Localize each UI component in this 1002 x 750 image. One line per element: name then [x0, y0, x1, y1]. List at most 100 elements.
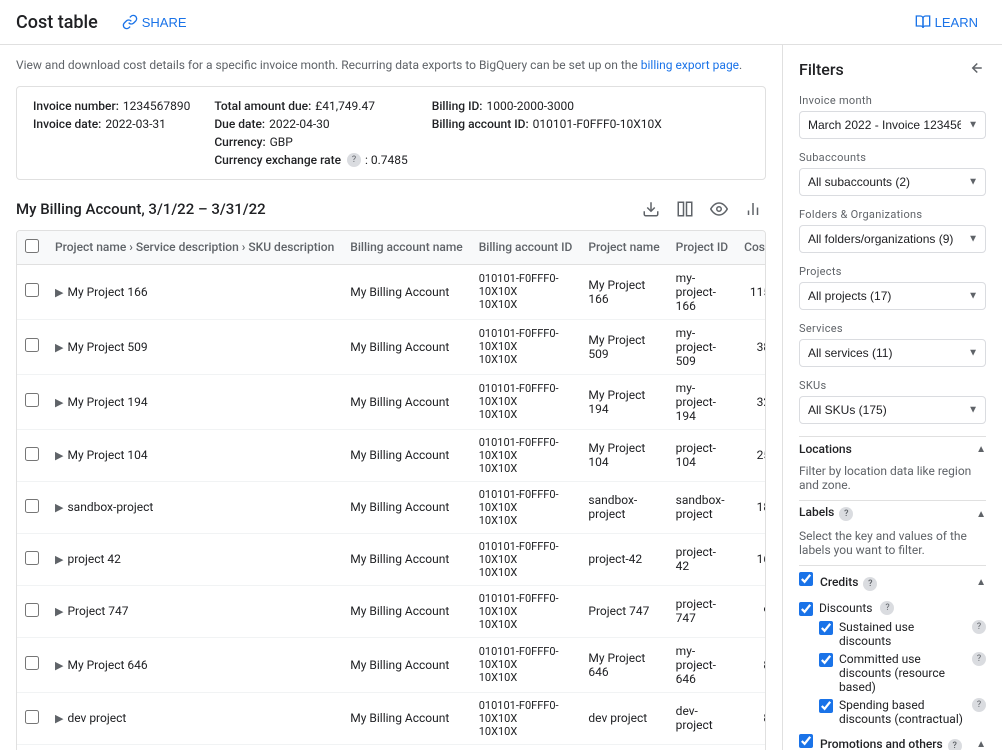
row-project-name: My Project 646 [580, 637, 667, 692]
services-select[interactable]: All services (11) [799, 339, 986, 367]
row-checkbox[interactable] [25, 551, 39, 565]
skus-select[interactable]: All SKUs (175) [799, 396, 986, 424]
row-project-name: My Project 104 [580, 429, 667, 481]
expand-icon[interactable]: ▶ [55, 605, 63, 618]
credits-header[interactable]: Credits ? [799, 566, 986, 597]
row-checkbox[interactable] [25, 393, 39, 407]
labels-section-header[interactable]: Labels ? [799, 500, 986, 525]
description-text: View and download cost details for a spe… [16, 57, 766, 74]
top-bar-left: Cost table SHARE [16, 10, 195, 34]
expand-icon[interactable]: ▶ [55, 396, 63, 409]
row-project-id: my-project-509 [668, 319, 736, 374]
row-project-id: dev-project [668, 692, 736, 744]
close-sidebar-button[interactable] [964, 57, 986, 82]
eye-icon [710, 200, 728, 218]
row-project-id: project-747 [668, 585, 736, 637]
row-checkbox[interactable] [25, 499, 39, 513]
spending-item: Spending based discounts (contractual) ? [819, 698, 986, 726]
columns-button[interactable] [672, 196, 698, 222]
row-checkbox[interactable] [25, 447, 39, 461]
row-project-desc: ▶dev project [47, 692, 342, 744]
projects-filter: Projects All projects (17) [799, 265, 986, 310]
invoice-col-3: Billing ID: 1000-2000-3000 Billing accou… [432, 99, 662, 167]
row-checkbox-cell [17, 585, 47, 637]
select-all-checkbox[interactable] [25, 239, 39, 253]
row-project-desc: ▶My Project 166 [47, 264, 342, 319]
discounts-help-icon: ? [880, 601, 894, 615]
row-project-desc: ▶Project 10 [47, 744, 342, 750]
visibility-button[interactable] [706, 196, 732, 222]
invoice-info: Invoice number: 1234567890 Invoice date:… [16, 86, 766, 180]
row-project-name: dev project [580, 692, 667, 744]
credits-chevron-icon [976, 574, 986, 589]
learn-button[interactable]: LEARN [907, 10, 986, 34]
header-billing-account-name: Billing account name [342, 231, 470, 265]
row-checkbox-cell [17, 429, 47, 481]
subaccounts-select[interactable]: All subaccounts (2) [799, 168, 986, 196]
expand-icon[interactable]: ▶ [55, 712, 63, 725]
sidebar-header: Filters [799, 57, 986, 82]
row-billing-name: My Billing Account [342, 585, 470, 637]
row-billing-id: 010101-F0FFF0-10X10X10X10X [471, 481, 581, 533]
close-sidebar-icon [966, 59, 984, 77]
row-project-desc: ▶My Project 646 [47, 637, 342, 692]
expand-icon[interactable]: ▶ [55, 341, 63, 354]
row-project-id: sandbox-project [668, 481, 736, 533]
invoice-month-filter: Invoice month March 2022 - Invoice 12345… [799, 94, 986, 139]
exchange-rate-value: : 0.7485 [365, 153, 408, 167]
projects-select[interactable]: All projects (17) [799, 282, 986, 310]
locations-section-header[interactable]: Locations [799, 436, 986, 460]
expand-icon[interactable]: ▶ [55, 501, 63, 514]
credits-checkbox[interactable] [799, 572, 813, 586]
header-cost[interactable]: Cost (£) ▼ [736, 231, 766, 265]
labels-help-icon: ? [839, 507, 853, 521]
row-checkbox[interactable] [25, 710, 39, 724]
book-icon [915, 14, 931, 30]
expand-icon[interactable]: ▶ [55, 553, 63, 566]
expand-icon[interactable]: ▶ [55, 659, 63, 672]
spending-checkbox[interactable] [819, 699, 833, 713]
row-checkbox[interactable] [25, 338, 39, 352]
row-cost: 3285.90 [736, 374, 766, 429]
table-row: ▶My Project 194 My Billing Account 01010… [17, 374, 766, 429]
cost-table: Project name › Service description › SKU… [17, 231, 766, 750]
row-project-name: sandbox-project [580, 481, 667, 533]
row-cost: 1641.04 [736, 533, 766, 585]
table-row: ▶My Project 104 My Billing Account 01010… [17, 429, 766, 481]
table-row: ▶Project 10 My Billing Account 010101-F0… [17, 744, 766, 750]
sustained-checkbox[interactable] [819, 621, 833, 635]
folders-select[interactable]: All folders/organizations (9) [799, 225, 986, 253]
row-billing-name: My Billing Account [342, 374, 470, 429]
row-project-desc: ▶My Project 194 [47, 374, 342, 429]
header-project-name-col: Project name [580, 231, 667, 265]
row-billing-id: 010101-F0FFF0-10X10X10X10X [471, 264, 581, 319]
row-project-desc: ▶Project 747 [47, 585, 342, 637]
labels-body: Select the key and values of the labels … [799, 525, 986, 561]
content-area: View and download cost details for a spe… [0, 45, 782, 750]
table-row: ▶My Project 646 My Billing Account 01010… [17, 637, 766, 692]
promotions-others-checkbox[interactable] [799, 734, 813, 748]
subaccounts-label: Subaccounts [799, 151, 986, 164]
row-checkbox[interactable] [25, 603, 39, 617]
row-cost: 1838.12 [736, 481, 766, 533]
promotions-section-header[interactable]: Promotions and others ? [799, 730, 986, 750]
total-due-label: Total amount due: [214, 99, 311, 113]
row-project-id: my-project-646 [668, 637, 736, 692]
discounts-checkbox[interactable] [799, 602, 813, 616]
committed-checkbox[interactable] [819, 653, 833, 667]
row-checkbox[interactable] [25, 283, 39, 297]
chart-button[interactable] [740, 196, 766, 222]
expand-icon[interactable]: ▶ [55, 449, 63, 462]
invoice-month-select[interactable]: March 2022 - Invoice 1234567890 [799, 111, 986, 139]
header-billing-account-id: Billing account ID [471, 231, 581, 265]
row-billing-id: 010101-F0FFF0-10X10X10X10X [471, 692, 581, 744]
expand-icon[interactable]: ▶ [55, 286, 63, 299]
row-billing-id: 010101-F0FFF0-10X10X10X10X [471, 319, 581, 374]
row-project-name: project-42 [580, 533, 667, 585]
share-button[interactable]: SHARE [114, 10, 195, 34]
row-checkbox[interactable] [25, 656, 39, 670]
billing-export-link[interactable]: billing export page [641, 58, 739, 72]
folders-filter: Folders & Organizations All folders/orga… [799, 208, 986, 253]
subaccounts-filter: Subaccounts All subaccounts (2) [799, 151, 986, 196]
download-button[interactable] [638, 196, 664, 222]
